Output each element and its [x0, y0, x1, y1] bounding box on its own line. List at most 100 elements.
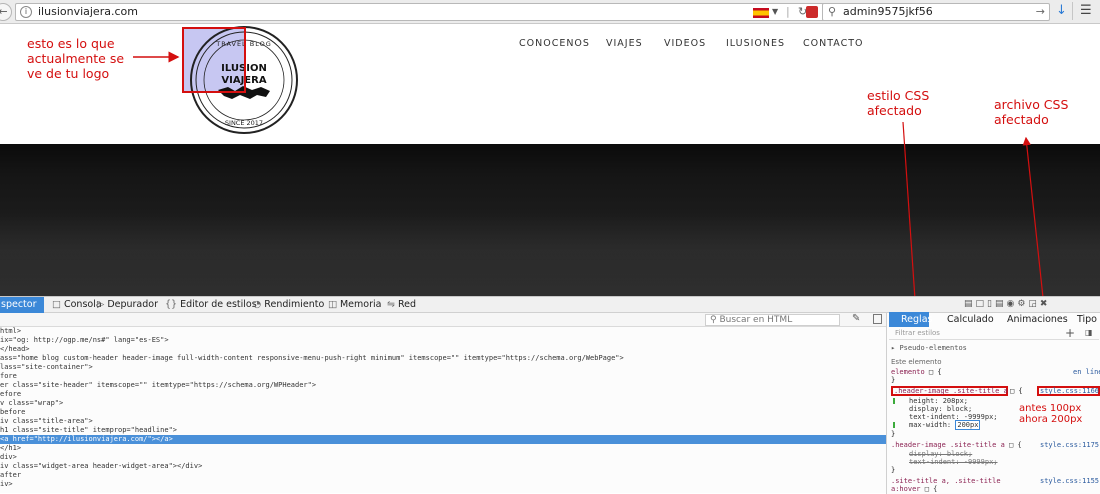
inline-source[interactable]: en línea — [1073, 368, 1100, 376]
markup-line[interactable]: before — [0, 408, 25, 417]
back-icon[interactable]: ← — [0, 3, 12, 21]
markup-line[interactable]: </h1> — [0, 444, 21, 453]
pseudo-elements[interactable]: ▸ Pseudo-elementos — [891, 344, 967, 352]
divider — [1072, 2, 1073, 20]
markup-line[interactable]: html> — [0, 327, 21, 336]
rule2-selector[interactable]: .header-image .site-title a □ { — [891, 441, 1022, 449]
menu-icon[interactable]: ☰ — [1080, 3, 1092, 19]
performance-icon: ◔ — [253, 299, 262, 310]
brace: } — [891, 466, 896, 474]
markup-toolbar: ⚲ Buscar en HTML ✎ — [0, 313, 886, 327]
add-rule-icon[interactable]: + — [1065, 326, 1075, 340]
svg-text:TRAVEL BLOG: TRAVEL BLOG — [215, 40, 272, 48]
prop-display[interactable]: display: block; — [909, 405, 972, 413]
site-header: CONOCENOS VIAJES VIDEOS ILUSIONES CONTAC… — [0, 24, 1100, 144]
devtools-panel: spector □ Consola ▷ Depurador {} Editor de … — [0, 296, 1100, 494]
markup-view[interactable]: html> ix="og: http://ogp.me/ns#" lang="es… — [0, 327, 886, 494]
nav-ilusiones[interactable]: ILUSIONES — [726, 38, 785, 49]
sidebar-toggle-icon[interactable] — [873, 314, 882, 324]
element-rule: elemento □ { — [891, 368, 942, 376]
tab-memoria[interactable]: ◫ Memoria — [328, 298, 381, 312]
city-silhouette — [0, 214, 1100, 296]
changed-marker — [893, 422, 895, 428]
markup-line[interactable]: h1 class="site-title" itemprop="headline… — [0, 426, 177, 435]
tab-inspector[interactable]: spector — [0, 297, 44, 313]
markup-line[interactable]: after — [0, 471, 21, 480]
markup-line[interactable]: iv class="title-area"> — [0, 417, 93, 426]
rule3-source[interactable]: style.css:1155 — [1040, 477, 1099, 485]
pseudo-toggle-icon[interactable]: ◨ — [1085, 328, 1093, 337]
chevron-down-icon[interactable]: ▼ — [772, 4, 778, 20]
tab-calculado[interactable]: Calculado — [947, 312, 994, 327]
nav-contacto[interactable]: CONTACTO — [803, 38, 864, 49]
filter-styles-input[interactable]: Filtrar estilos — [895, 329, 940, 337]
browser-toolbar: ← i ilusionviajera.com ▼ | ↻ ⚲ admin9575… — [0, 0, 1100, 24]
spain-flag-icon — [753, 8, 769, 18]
rule2-source[interactable]: style.css:1175 — [1040, 441, 1099, 449]
annotation-css-style: estilo CSS afectado — [867, 88, 930, 118]
search-input[interactable]: ⚲ admin9575jkf56 → — [822, 3, 1050, 21]
svg-text:SINCE 2017: SINCE 2017 — [225, 119, 263, 127]
devtools-toolbox-icons[interactable]: ▤□▯▤◉⚙◲✖ — [964, 299, 1050, 309]
brace: } — [891, 430, 896, 438]
devtools-tabbar: spector □ Consola ▷ Depurador {} Editor de … — [0, 297, 1100, 313]
debugger-icon: ▷ — [97, 299, 105, 310]
prop-max-width[interactable]: max-width: 200px — [909, 420, 981, 430]
markup-line[interactable]: efore — [0, 390, 21, 399]
separator: | — [786, 5, 790, 18]
markup-line[interactable]: lass="site-container"> — [0, 363, 93, 372]
style-editor-icon: {} — [165, 299, 178, 310]
tab-depurador[interactable]: ▷ Depurador — [97, 298, 158, 312]
download-icon[interactable]: ↓ — [1056, 3, 1067, 19]
prop-text-indent-overridden[interactable]: text-indent: -9999px; — [909, 458, 998, 466]
markup-line-selected[interactable]: <a href="http://ilusionviajera.com/"></a… — [0, 435, 886, 444]
prop-display-overridden[interactable]: display: block; — [909, 450, 972, 458]
changed-marker — [893, 398, 895, 404]
markup-line[interactable]: v class="wrap"> — [0, 399, 63, 408]
filter-row: Filtrar estilos + ◨ — [889, 326, 1099, 340]
addon-icon[interactable] — [806, 6, 818, 18]
search-value[interactable]: admin9575jkf56 — [843, 4, 933, 20]
markup-line[interactable]: </head> — [0, 345, 30, 354]
tab-tipo[interactable]: Tipo — [1077, 312, 1097, 327]
markup-line[interactable]: ass="home blog custom-header header-imag… — [0, 354, 624, 363]
info-icon[interactable]: i — [20, 6, 32, 18]
prop-text-indent[interactable]: text-indent: -9999px; — [909, 413, 998, 421]
tab-editor-estilos[interactable]: {} Editor de estilos — [165, 298, 257, 312]
tab-reglas[interactable]: Reglas — [889, 312, 932, 327]
markup-line[interactable]: er class="site-header" itemscope="" item… — [0, 381, 316, 390]
brace: } — [891, 376, 896, 384]
header-image — [0, 144, 1100, 296]
site-logo[interactable]: TRAVEL BLOG ILUSION VIAJERA SINCE 2017 — [180, 24, 305, 140]
rule3-selector[interactable]: .site-title a, .site-title — [891, 477, 1001, 485]
tab-rendimiento[interactable]: ◔ Rendimiento — [253, 298, 324, 312]
nav-conocenos[interactable]: CONOCENOS — [519, 38, 590, 49]
network-icon: ⇋ — [387, 299, 395, 310]
rule1-selector[interactable]: .header-image .site-title a — [894, 387, 1008, 395]
memory-icon: ◫ — [328, 299, 337, 310]
tab-consola[interactable]: □ Consola — [52, 298, 102, 312]
nav-viajes[interactable]: VIAJES — [606, 38, 643, 49]
edited-value-input[interactable]: 200px — [955, 420, 981, 430]
rule1-source[interactable]: style.css:1166 — [1040, 387, 1099, 395]
markup-line[interactable]: ix="og: http://ogp.me/ns#" lang="es-ES"> — [0, 336, 169, 345]
markup-line[interactable]: iv> — [0, 480, 13, 489]
annotation-ahora: ahora 200px — [1019, 414, 1083, 425]
markup-line[interactable]: fore — [0, 372, 17, 381]
markup-line[interactable]: div> — [0, 453, 17, 462]
annotation-logo: esto es lo que actualmente se ve de tu l… — [27, 36, 125, 81]
tab-red[interactable]: ⇋ Red — [387, 298, 416, 312]
nav-videos[interactable]: VIDEOS — [664, 38, 706, 49]
rule3-selector-hover[interactable]: a:hover □ { — [891, 485, 937, 493]
annotation-css-file: archivo CSS afectado — [994, 97, 1069, 127]
go-arrow-icon[interactable]: → — [1036, 4, 1045, 20]
search-icon: ⚲ — [710, 315, 717, 325]
prop-height[interactable]: height: 208px; — [909, 397, 968, 405]
markup-line[interactable]: iv class="widget-area header-widget-area… — [0, 462, 202, 471]
console-icon: □ — [52, 299, 61, 310]
url-text[interactable]: ilusionviajera.com — [38, 4, 138, 20]
html-search-input[interactable]: ⚲ Buscar en HTML — [705, 314, 840, 326]
url-bar[interactable]: i ilusionviajera.com ▼ | ↻ — [15, 3, 875, 21]
tab-animaciones[interactable]: Animaciones — [1007, 312, 1068, 327]
eyedropper-icon[interactable]: ✎ — [852, 313, 860, 324]
